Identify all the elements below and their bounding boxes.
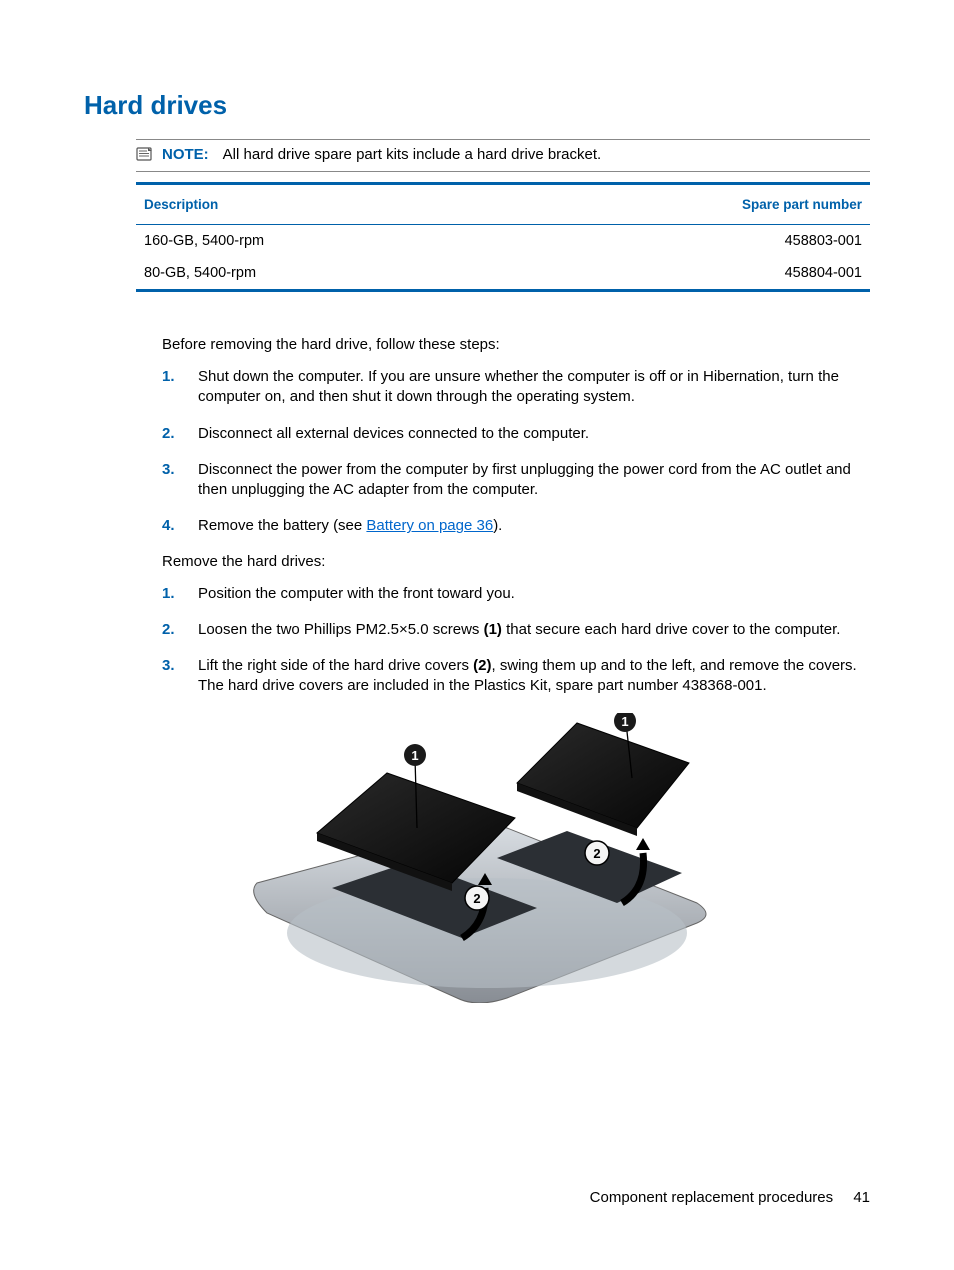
step-number: 1.	[162, 367, 180, 408]
steps-remove-drives: 1. Position the computer with the front …	[162, 584, 870, 697]
list-item: 2. Disconnect all external devices conne…	[162, 424, 870, 444]
step-number: 2.	[162, 620, 180, 640]
table-row: 160-GB, 5400-rpm 458803-001	[136, 225, 870, 257]
hard-drive-cover-illustration: 1 1 2 2	[237, 713, 717, 1003]
intro-paragraph: Before removing the hard drive, follow t…	[162, 336, 870, 353]
step-text: Shut down the computer. If you are unsur…	[198, 367, 870, 408]
note-icon	[136, 147, 154, 163]
step-text-post: that secure each hard drive cover to the…	[502, 621, 841, 638]
intro-paragraph-2: Remove the hard drives:	[162, 553, 870, 570]
cell-spare: 458803-001	[785, 233, 862, 249]
step-text: Position the computer with the front tow…	[198, 584, 870, 604]
step-text: Lift the right side of the hard drive co…	[198, 656, 870, 697]
step-number: 3.	[162, 460, 180, 501]
table-header: Description Spare part number	[136, 185, 870, 225]
svg-text:1: 1	[411, 748, 418, 763]
step-text-pre: Lift the right side of the hard drive co…	[198, 657, 473, 674]
step-text: Disconnect the power from the computer b…	[198, 460, 870, 501]
note-box: NOTE: All hard drive spare part kits inc…	[136, 139, 870, 172]
steps-before-removing: 1. Shut down the computer. If you are un…	[162, 367, 870, 537]
page-number: 41	[853, 1189, 870, 1206]
step-number: 1.	[162, 584, 180, 604]
step-callout: (2)	[473, 657, 491, 674]
page-heading: Hard drives	[84, 90, 870, 121]
step-text: Disconnect all external devices connecte…	[198, 424, 870, 444]
battery-link[interactable]: Battery on page 36	[366, 517, 493, 534]
cell-description: 80-GB, 5400-rpm	[144, 265, 256, 281]
col-description: Description	[144, 197, 218, 212]
step-text: Remove the battery (see Battery on page …	[198, 516, 870, 536]
list-item: 2. Loosen the two Phillips PM2.5×5.0 scr…	[162, 620, 870, 640]
list-item: 4. Remove the battery (see Battery on pa…	[162, 516, 870, 536]
list-item: 1. Position the computer with the front …	[162, 584, 870, 604]
page-footer: Component replacement procedures 41	[590, 1189, 870, 1206]
list-item: 1. Shut down the computer. If you are un…	[162, 367, 870, 408]
step-text-post: ).	[493, 517, 502, 534]
step-text-pre: Loosen the two Phillips PM2.5×5.0 screws	[198, 621, 484, 638]
step-number: 4.	[162, 516, 180, 536]
list-item: 3. Disconnect the power from the compute…	[162, 460, 870, 501]
svg-text:2: 2	[473, 891, 480, 906]
step-number: 2.	[162, 424, 180, 444]
step-text: Loosen the two Phillips PM2.5×5.0 screws…	[198, 620, 870, 640]
note-text: All hard drive spare part kits include a…	[223, 146, 602, 163]
step-callout: (1)	[484, 621, 502, 638]
step-number: 3.	[162, 656, 180, 697]
svg-text:1: 1	[621, 714, 628, 729]
footer-section: Component replacement procedures	[590, 1189, 833, 1206]
cell-description: 160-GB, 5400-rpm	[144, 233, 264, 249]
note-label: NOTE:	[162, 146, 209, 163]
cell-spare: 458804-001	[785, 265, 862, 281]
step-text-pre: Remove the battery (see	[198, 517, 366, 534]
list-item: 3. Lift the right side of the hard drive…	[162, 656, 870, 697]
svg-text:2: 2	[593, 846, 600, 861]
table-row: 80-GB, 5400-rpm 458804-001	[136, 257, 870, 289]
col-spare-part: Spare part number	[742, 197, 862, 212]
parts-table: Description Spare part number 160-GB, 54…	[136, 182, 870, 292]
